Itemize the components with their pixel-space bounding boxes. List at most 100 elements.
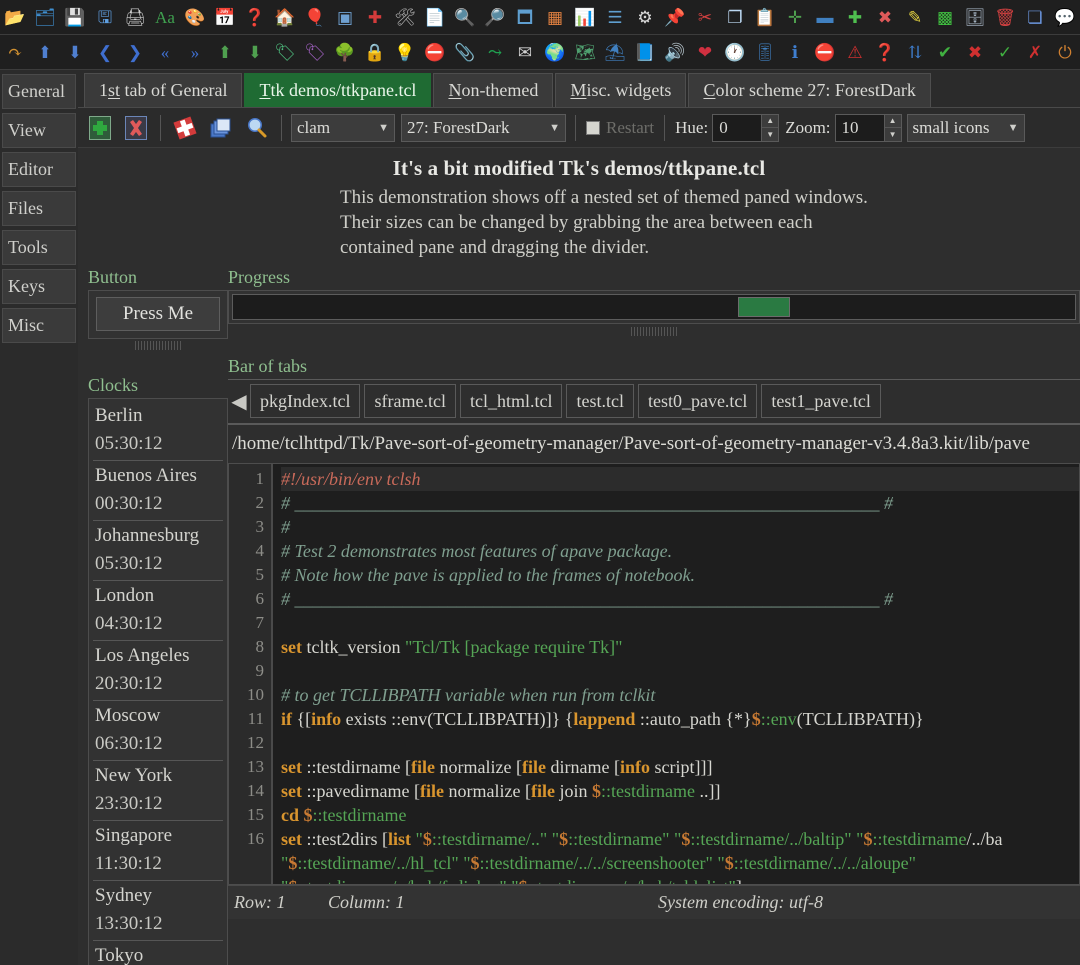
sidebar-item-tools[interactable]: Tools: [2, 230, 76, 265]
search-icon[interactable]: [242, 113, 272, 143]
prev-icon[interactable]: ❮: [91, 38, 119, 66]
first-aid-icon[interactable]: ✚: [361, 3, 389, 31]
clock-icon[interactable]: 🕐: [721, 38, 749, 66]
zoom-spinbox[interactable]: 10 ▲ ▼: [834, 113, 902, 142]
share-icon[interactable]: ⤳: [481, 38, 509, 66]
file-tab-pkgindex-tcl[interactable]: pkgIndex.tcl: [250, 384, 361, 418]
delete-red-icon[interactable]: ✖: [871, 3, 899, 31]
download-icon[interactable]: ⬇: [241, 38, 269, 66]
spin-up-icon[interactable]: ▲: [884, 114, 901, 128]
code-text-area[interactable]: #!/usr/bin/env tclsh # __________________…: [273, 464, 1079, 884]
add-green-icon[interactable]: [85, 113, 115, 143]
table-icon[interactable]: ▩: [931, 3, 959, 31]
tab-non-themed[interactable]: Non-themed: [433, 73, 554, 107]
globe-icon[interactable]: 🌍: [541, 38, 569, 66]
arrow-down-icon[interactable]: ⬇: [61, 38, 89, 66]
tab-color-scheme-27-forestdark[interactable]: Color scheme 27: ForestDark: [688, 73, 931, 107]
delete-red-icon[interactable]: [121, 113, 151, 143]
pin-icon[interactable]: 📌: [661, 3, 689, 31]
horizontal-sash-right[interactable]: [631, 327, 677, 336]
home-icon[interactable]: 🏠: [271, 3, 299, 31]
spin-up-icon[interactable]: ▲: [762, 114, 779, 128]
next-icon[interactable]: ❯: [121, 38, 149, 66]
first-aid-icon[interactable]: [170, 113, 200, 143]
edit-pencil-icon[interactable]: ✎: [901, 3, 929, 31]
calendar-icon[interactable]: 📅: [211, 3, 239, 31]
attachment-icon[interactable]: 📎: [451, 38, 479, 66]
search-icon[interactable]: 🔍: [451, 3, 479, 31]
plus-green-icon[interactable]: ✚: [841, 3, 869, 31]
power-icon[interactable]: ⏻: [1051, 38, 1079, 66]
stop-icon[interactable]: ⛔: [811, 38, 839, 66]
code-editor[interactable]: 1 2 3 4 5 6 7 8 9 10 11 12 13 14 15 16 #!/usr/bin/env t…: [228, 463, 1080, 885]
print-icon[interactable]: 🖨: [121, 3, 149, 31]
scroll-left-icon[interactable]: ◀: [228, 389, 250, 414]
cancel-circle-icon[interactable]: ✖: [961, 38, 989, 66]
sync-icon[interactable]: ⇅: [901, 38, 929, 66]
umbrella-icon[interactable]: ⛱: [601, 38, 629, 66]
info-icon[interactable]: ℹ: [781, 38, 809, 66]
sliders-icon[interactable]: 🎚: [751, 38, 779, 66]
copy-icon[interactable]: ❐: [721, 3, 749, 31]
file-tab-test-tcl[interactable]: test.tcl: [566, 384, 634, 418]
sound-icon[interactable]: 🔊: [661, 38, 689, 66]
save-icon[interactable]: 💾: [61, 3, 89, 31]
spin-down-icon[interactable]: ▼: [884, 128, 901, 141]
redo-arrow-icon[interactable]: ↷: [1, 38, 29, 66]
list-icon[interactable]: ☰: [601, 3, 629, 31]
hue-stepper[interactable]: ▲ ▼: [761, 114, 779, 141]
color-scheme-combobox[interactable]: 27: ForestDark ▼: [401, 113, 566, 142]
tree-icon[interactable]: 🌳: [331, 38, 359, 66]
bulb-icon[interactable]: 💡: [391, 38, 419, 66]
sidebar-item-keys[interactable]: Keys: [2, 269, 76, 304]
spin-down-icon[interactable]: ▼: [762, 128, 779, 141]
arrow-up-icon[interactable]: ⬆: [31, 38, 59, 66]
check-icon[interactable]: ✓: [991, 38, 1019, 66]
file-tab-tcl-html-tcl[interactable]: tcl_html.tcl: [459, 384, 563, 418]
forbidden-icon[interactable]: ⛔: [421, 38, 449, 66]
chart-icon[interactable]: 📊: [571, 3, 599, 31]
open-folder-icon[interactable]: 📂: [1, 3, 29, 31]
grid-icon[interactable]: ▦: [541, 3, 569, 31]
last-icon[interactable]: »: [181, 38, 209, 66]
palette-icon[interactable]: 🎨: [181, 3, 209, 31]
theme-combobox[interactable]: clam ▼: [291, 113, 395, 142]
first-icon[interactable]: «: [151, 38, 179, 66]
map-icon[interactable]: 🗺: [571, 38, 599, 66]
tab-1st-tab-of-general[interactable]: 1st tab of General: [84, 73, 243, 107]
press-me-button[interactable]: Press Me: [96, 297, 220, 331]
search-off-icon[interactable]: 🔎: [481, 3, 509, 31]
terminal-icon[interactable]: ▣: [331, 3, 359, 31]
sidebar-item-view[interactable]: View: [2, 113, 76, 148]
layers-icon[interactable]: [206, 113, 236, 143]
file-tab-sframe-tcl[interactable]: sframe.tcl: [364, 384, 456, 418]
upload-icon[interactable]: ⬆: [211, 38, 239, 66]
zoom-stepper[interactable]: ▲ ▼: [883, 114, 901, 141]
scissors-icon[interactable]: ✂: [691, 3, 719, 31]
box-icon[interactable]: 🗄: [961, 3, 989, 31]
hue-spinbox[interactable]: 0 ▲ ▼: [712, 113, 780, 142]
cross-icon[interactable]: ✗: [1021, 38, 1049, 66]
question-icon[interactable]: ❓: [871, 38, 899, 66]
tools-icon[interactable]: 🛠: [391, 3, 419, 31]
balloons-icon[interactable]: 🎈: [301, 3, 329, 31]
check-circle-icon[interactable]: ✔: [931, 38, 959, 66]
restart-checkbox[interactable]: Restart: [586, 118, 654, 138]
save-as-icon[interactable]: 🖫: [91, 3, 119, 31]
font-icon[interactable]: Aa: [151, 3, 179, 31]
sidebar-item-misc[interactable]: Misc: [2, 308, 76, 343]
warning-icon[interactable]: ⚠: [841, 38, 869, 66]
tag-purple-icon[interactable]: 🏷: [301, 38, 329, 66]
mail-icon[interactable]: ✉: [511, 38, 539, 66]
comment-icon[interactable]: 💬: [1051, 3, 1079, 31]
paste-icon[interactable]: 📋: [751, 3, 779, 31]
trash-icon[interactable]: 🗑: [991, 3, 1019, 31]
file-tab-test1-pave-tcl[interactable]: test1_pave.tcl: [761, 384, 881, 418]
hue-value[interactable]: 0: [713, 114, 762, 141]
plus-small-icon[interactable]: ✛: [781, 3, 809, 31]
tag-green-icon[interactable]: 🏷: [271, 38, 299, 66]
tab-ttk-demos-ttkpane-tcl[interactable]: Ttk demos/ttkpane.tcl: [244, 73, 432, 107]
sidebar-item-files[interactable]: Files: [2, 191, 76, 226]
open-folder-new-icon[interactable]: 🗂: [31, 3, 59, 31]
help-question-icon[interactable]: ❓: [241, 3, 269, 31]
